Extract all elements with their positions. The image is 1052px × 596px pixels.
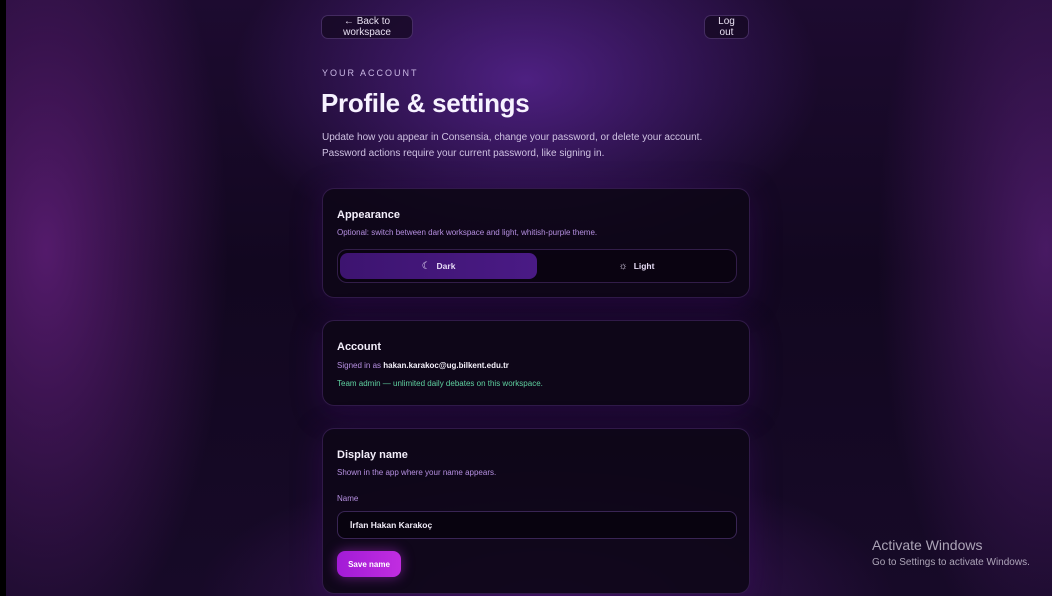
signed-in-line: Signed in as hakan.karakoc@ug.bilkent.ed…: [337, 361, 509, 370]
moon-icon: ☾: [421, 260, 431, 272]
display-name-card: Display name Shown in the app where your…: [322, 428, 750, 594]
display-name-subtitle: Shown in the app where your name appears…: [337, 468, 497, 477]
page-title: Profile & settings: [321, 88, 530, 118]
activate-windows-title: Activate Windows: [872, 537, 983, 553]
theme-dark-option[interactable]: ☾ Dark: [340, 253, 537, 279]
sun-icon: ☼: [618, 260, 628, 272]
theme-toggle: ☾ Dark ☼ Light: [337, 249, 737, 283]
page-eyebrow: YOUR ACCOUNT: [322, 68, 419, 78]
save-name-button[interactable]: Save name: [337, 551, 401, 577]
back-to-workspace-button[interactable]: ← Back to workspace: [321, 15, 413, 39]
appearance-subtitle: Optional: switch between dark workspace …: [337, 228, 598, 237]
signed-in-prefix: Signed in as: [337, 361, 384, 370]
windows-activation-watermark: Activate Windows Go to Settings to activ…: [872, 537, 1030, 568]
display-name-title: Display name: [337, 449, 408, 461]
role-note: Team admin — unlimited daily debates on …: [337, 379, 543, 388]
page-intro: Update how you appear in Consensia, chan…: [322, 132, 703, 159]
theme-dark-label: Dark: [436, 261, 456, 271]
account-email: hakan.karakoc@ug.bilkent.edu.tr: [383, 361, 509, 370]
name-input[interactable]: [337, 511, 737, 539]
account-title: Account: [337, 341, 381, 353]
logout-button[interactable]: Log out: [704, 15, 749, 39]
account-card: Account Signed in as hakan.karakoc@ug.bi…: [322, 320, 750, 406]
theme-light-label: Light: [633, 261, 655, 271]
appearance-title: Appearance: [337, 209, 400, 221]
appearance-card: Appearance Optional: switch between dark…: [322, 188, 750, 298]
theme-light-option[interactable]: ☼ Light: [538, 253, 735, 279]
activate-windows-hint: Go to Settings to activate Windows.: [872, 557, 1030, 568]
name-field-label: Name: [337, 494, 359, 503]
